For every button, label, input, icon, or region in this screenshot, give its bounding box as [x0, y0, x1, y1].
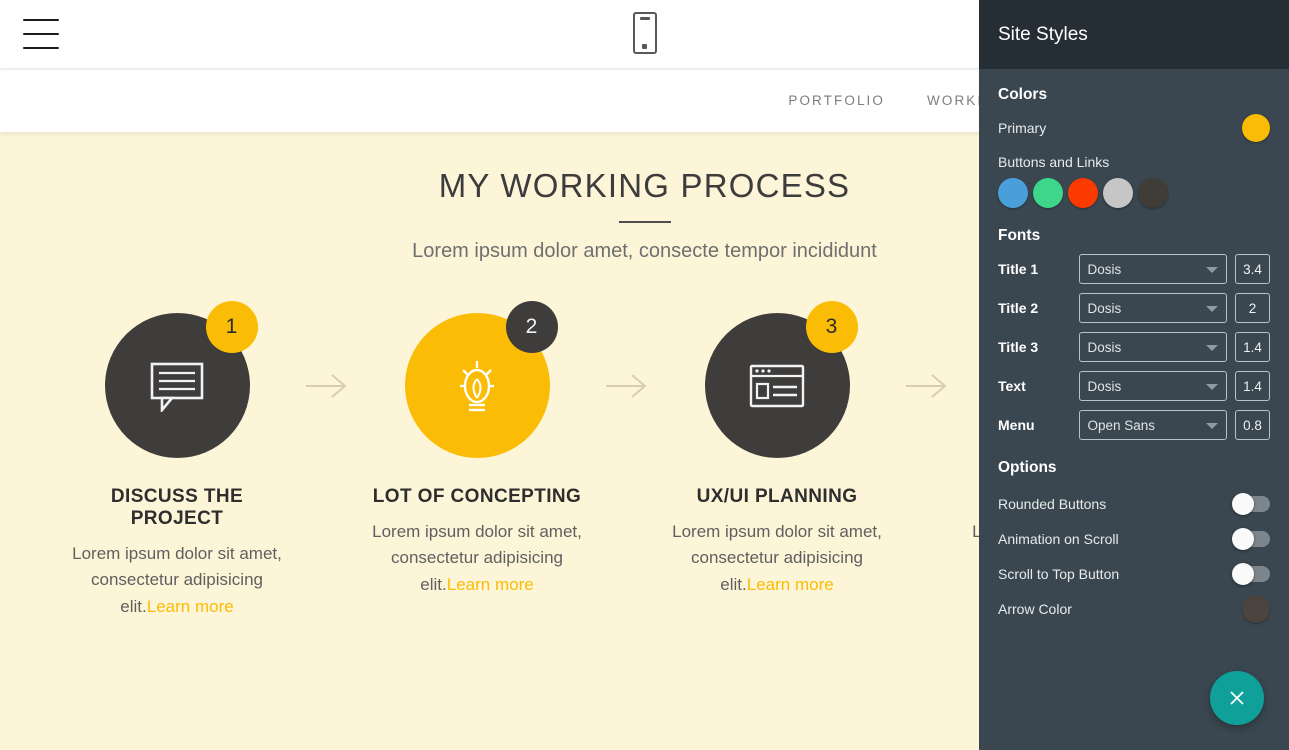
- font-row-title-2: Title 2 Dosis 2: [998, 293, 1270, 323]
- font-family-value: Dosis: [1087, 300, 1122, 316]
- step-title: DISCUSS THE PROJECT: [110, 486, 244, 529]
- arrow-right-icon: [888, 313, 966, 458]
- scroll-to-top-toggle[interactable]: [1232, 562, 1270, 585]
- toggle-knob: [1232, 562, 1254, 585]
- font-size-input-title-2[interactable]: 2: [1235, 293, 1270, 323]
- chevron-down-icon: [1205, 384, 1218, 390]
- font-row-text: Text Dosis 1.4: [998, 371, 1270, 401]
- step-title: LOT OF CONCEPTING: [372, 486, 582, 507]
- close-x-icon: [1230, 691, 1244, 705]
- option-label: Animation on Scroll: [998, 530, 1119, 547]
- arrow-right-icon: [588, 313, 666, 458]
- color-swatch-blue[interactable]: [998, 178, 1028, 208]
- font-family-select-menu[interactable]: Open Sans: [1078, 410, 1227, 440]
- step-circle-wrap: 2: [404, 301, 558, 458]
- colors-heading: Colors: [998, 86, 1048, 103]
- font-size-input-menu[interactable]: 0.8: [1235, 410, 1270, 440]
- learn-more-link[interactable]: Learn more: [747, 575, 834, 594]
- nav-item-portfolio[interactable]: PORTFOLIO: [767, 93, 906, 108]
- step-circle-wrap: 3: [704, 301, 858, 458]
- rounded-buttons-toggle[interactable]: [1232, 492, 1270, 515]
- buttons-links-swatches: [998, 178, 1270, 208]
- option-arrow-color: Arrow Color: [998, 591, 1270, 626]
- font-size-input-title-3[interactable]: 1.4: [1235, 332, 1270, 362]
- font-family-select-title-3[interactable]: Dosis: [1078, 332, 1227, 362]
- font-family-select-title-2[interactable]: Dosis: [1078, 293, 1227, 323]
- primary-color-swatch[interactable]: [1242, 113, 1270, 142]
- panel-title: Site Styles: [998, 23, 1088, 45]
- chevron-down-icon: [1205, 306, 1218, 312]
- font-row-menu: Menu Open Sans 0.8: [998, 410, 1270, 440]
- font-label: Text: [998, 378, 1026, 394]
- arrow-color-label: Arrow Color: [998, 600, 1072, 617]
- font-label: Title 2: [998, 300, 1039, 316]
- font-label: Title 1: [998, 261, 1039, 277]
- arrow-right-icon: [288, 313, 366, 458]
- option-label: Scroll to Top Button: [998, 565, 1120, 582]
- learn-more-link[interactable]: Learn more: [147, 597, 234, 616]
- toggle-knob: [1232, 527, 1254, 550]
- font-label: Title 3: [998, 339, 1039, 355]
- step-number-badge: 2: [505, 301, 558, 353]
- toggle-knob: [1232, 492, 1254, 515]
- color-swatch-red[interactable]: [1068, 178, 1098, 208]
- process-step-3: 3 UX/UI PLANNING Lorem ipsum dolor sit a…: [666, 301, 888, 598]
- arrow-color-swatch[interactable]: [1242, 594, 1270, 623]
- process-step-1: 1 DISCUSS THE PROJECT Lorem ipsum dolor …: [66, 301, 288, 620]
- font-family-value: Dosis: [1087, 339, 1122, 355]
- color-swatch-green[interactable]: [1033, 178, 1063, 208]
- title-divider: [618, 221, 671, 223]
- step-text: Lorem ipsum dolor sit amet, consectetur …: [666, 519, 888, 598]
- option-rounded-buttons: Rounded Buttons: [998, 486, 1270, 521]
- lightbulb-icon: [460, 360, 494, 411]
- step-circle-wrap: 1: [104, 301, 258, 458]
- animation-on-scroll-toggle[interactable]: [1232, 527, 1270, 550]
- font-family-value: Dosis: [1087, 378, 1122, 394]
- panel-header: Site Styles: [979, 0, 1289, 69]
- process-step-2: 2 LOT OF CONCEPTING Lorem ipsum dolor si…: [366, 301, 588, 598]
- font-size-input-title-1[interactable]: 3.4: [1235, 254, 1270, 284]
- font-family-select-text[interactable]: Dosis: [1078, 371, 1227, 401]
- buttons-links-label: Buttons and Links: [998, 154, 1110, 170]
- font-family-value: Open Sans: [1087, 417, 1156, 433]
- step-title: UX/UI PLANNING: [696, 486, 858, 507]
- learn-more-link[interactable]: Learn more: [447, 575, 534, 594]
- phone-home-button: [642, 44, 647, 49]
- step-number-badge: 3: [805, 301, 858, 353]
- step-text: Lorem ipsum dolor sit amet, consectetur …: [366, 519, 588, 598]
- hamburger-icon[interactable]: [23, 19, 59, 49]
- primary-color-row: Primary: [998, 113, 1270, 142]
- chevron-down-icon: [1205, 345, 1218, 351]
- phone-speaker: [639, 17, 650, 20]
- site-styles-panel: Site Styles Colors Primary Buttons and L…: [979, 0, 1289, 750]
- panel-body: Colors Primary Buttons and Links Fonts T…: [979, 69, 1289, 626]
- app-root: PORTFOLIO WORKING PROCESS ACHIEVEMENTS M…: [0, 0, 1289, 750]
- font-size-input-text[interactable]: 1.4: [1235, 371, 1270, 401]
- step-text: Lorem ipsum dolor sit amet, consectetur …: [66, 541, 288, 620]
- wireframe-browser-icon: [749, 364, 805, 407]
- close-panel-button[interactable]: [1210, 671, 1264, 725]
- options-heading: Options: [998, 459, 1057, 476]
- chevron-down-icon: [1205, 267, 1218, 273]
- font-label: Menu: [998, 417, 1035, 433]
- chevron-down-icon: [1205, 423, 1218, 429]
- primary-color-label: Primary: [998, 119, 1047, 136]
- font-row-title-3: Title 3 Dosis 1.4: [998, 332, 1270, 362]
- speech-bubble-icon: [150, 362, 204, 412]
- color-swatch-gray[interactable]: [1103, 178, 1133, 208]
- font-family-select-title-1[interactable]: Dosis: [1078, 254, 1227, 284]
- option-animation-on-scroll: Animation on Scroll: [998, 521, 1270, 556]
- mobile-phone-icon[interactable]: [631, 12, 659, 56]
- fonts-heading: Fonts: [998, 227, 1041, 244]
- option-label: Rounded Buttons: [998, 495, 1107, 512]
- option-scroll-to-top: Scroll to Top Button: [998, 556, 1270, 591]
- color-swatch-dark[interactable]: [1138, 178, 1168, 208]
- step-number-badge: 1: [205, 301, 258, 353]
- font-family-value: Dosis: [1087, 261, 1122, 277]
- font-row-title-1: Title 1 Dosis 3.4: [998, 254, 1270, 284]
